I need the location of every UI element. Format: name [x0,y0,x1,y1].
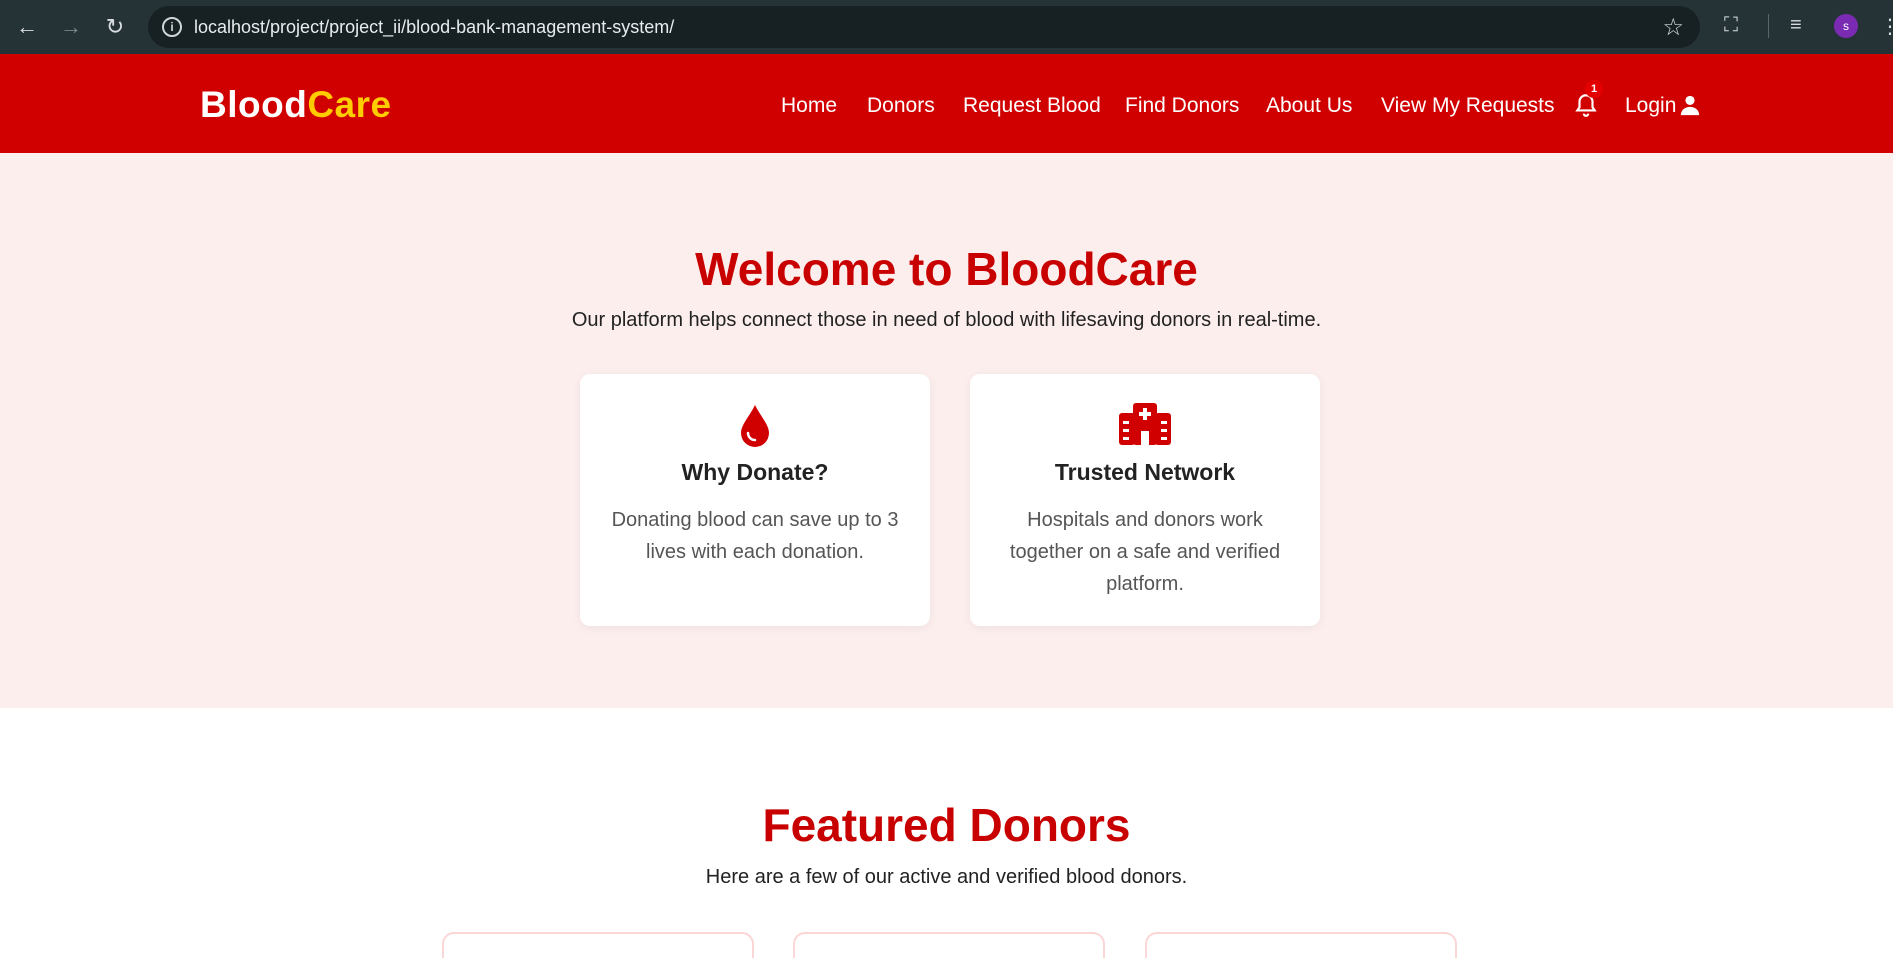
extensions-icon[interactable]: ⛶ [1724,14,1738,37]
url-text[interactable]: localhost/project/project_ii/blood-bank-… [194,17,674,38]
toolbar-divider [1768,14,1769,38]
user-icon[interactable] [1679,94,1701,116]
hero-section: Welcome to BloodCare Our platform helps … [0,153,1893,708]
site-logo[interactable]: BloodCare [200,84,392,126]
logo-blood: Blood [200,84,308,125]
profile-avatar[interactable]: s [1834,14,1858,38]
nav-donors[interactable]: Donors [867,94,935,118]
donor-card[interactable] [1145,932,1457,958]
nav-view-my-requests[interactable]: View My Requests [1381,94,1555,118]
featured-donors-subtitle: Here are a few of our active and verifie… [705,866,1188,888]
back-icon[interactable]: ← [12,12,42,42]
card-text: Hospitals and donors work together on a … [1009,509,1281,595]
nav-request-blood[interactable]: Request Blood [963,94,1101,118]
card-title: Why Donate? [681,459,829,485]
logo-care: Care [307,84,392,125]
nav-login[interactable]: Login [1625,94,1676,118]
donor-card[interactable] [442,932,754,958]
forward-icon[interactable]: → [56,12,86,42]
donor-card[interactable] [793,932,1105,958]
nav-find-donors[interactable]: Find Donors [1125,94,1239,118]
notification-badge: 1 [1585,80,1603,98]
card-text: Donating blood can save up to 3 lives wi… [611,509,899,563]
site-info-icon[interactable]: i [162,17,182,37]
reading-list-icon[interactable]: ≡ [1790,14,1802,37]
card-title: Trusted Network [1054,459,1236,485]
address-bar[interactable]: i localhost/project/project_ii/blood-ban… [148,6,1700,48]
bookmark-star-icon[interactable]: ☆ [1662,13,1684,42]
hero-title: Welcome to BloodCare [695,243,1198,295]
blood-drop-icon [580,403,930,447]
nav-home[interactable]: Home [781,94,837,118]
site-header: BloodCare Home Donors Request Blood Find… [0,54,1893,153]
browser-toolbar: ← → ↻ i localhost/project/project_ii/blo… [0,0,1893,54]
menu-icon[interactable]: ⋮ [1880,14,1893,39]
reload-icon[interactable]: ↻ [100,12,130,42]
hospital-icon [970,403,1320,447]
trusted-network-card: Trusted Network Hospitals and donors wor… [970,374,1320,626]
nav-about-us[interactable]: About Us [1266,94,1352,118]
why-donate-card: Why Donate? Donating blood can save up t… [580,374,930,626]
featured-donors-title: Featured Donors [762,799,1131,851]
hero-subtitle: Our platform helps connect those in need… [571,309,1322,331]
